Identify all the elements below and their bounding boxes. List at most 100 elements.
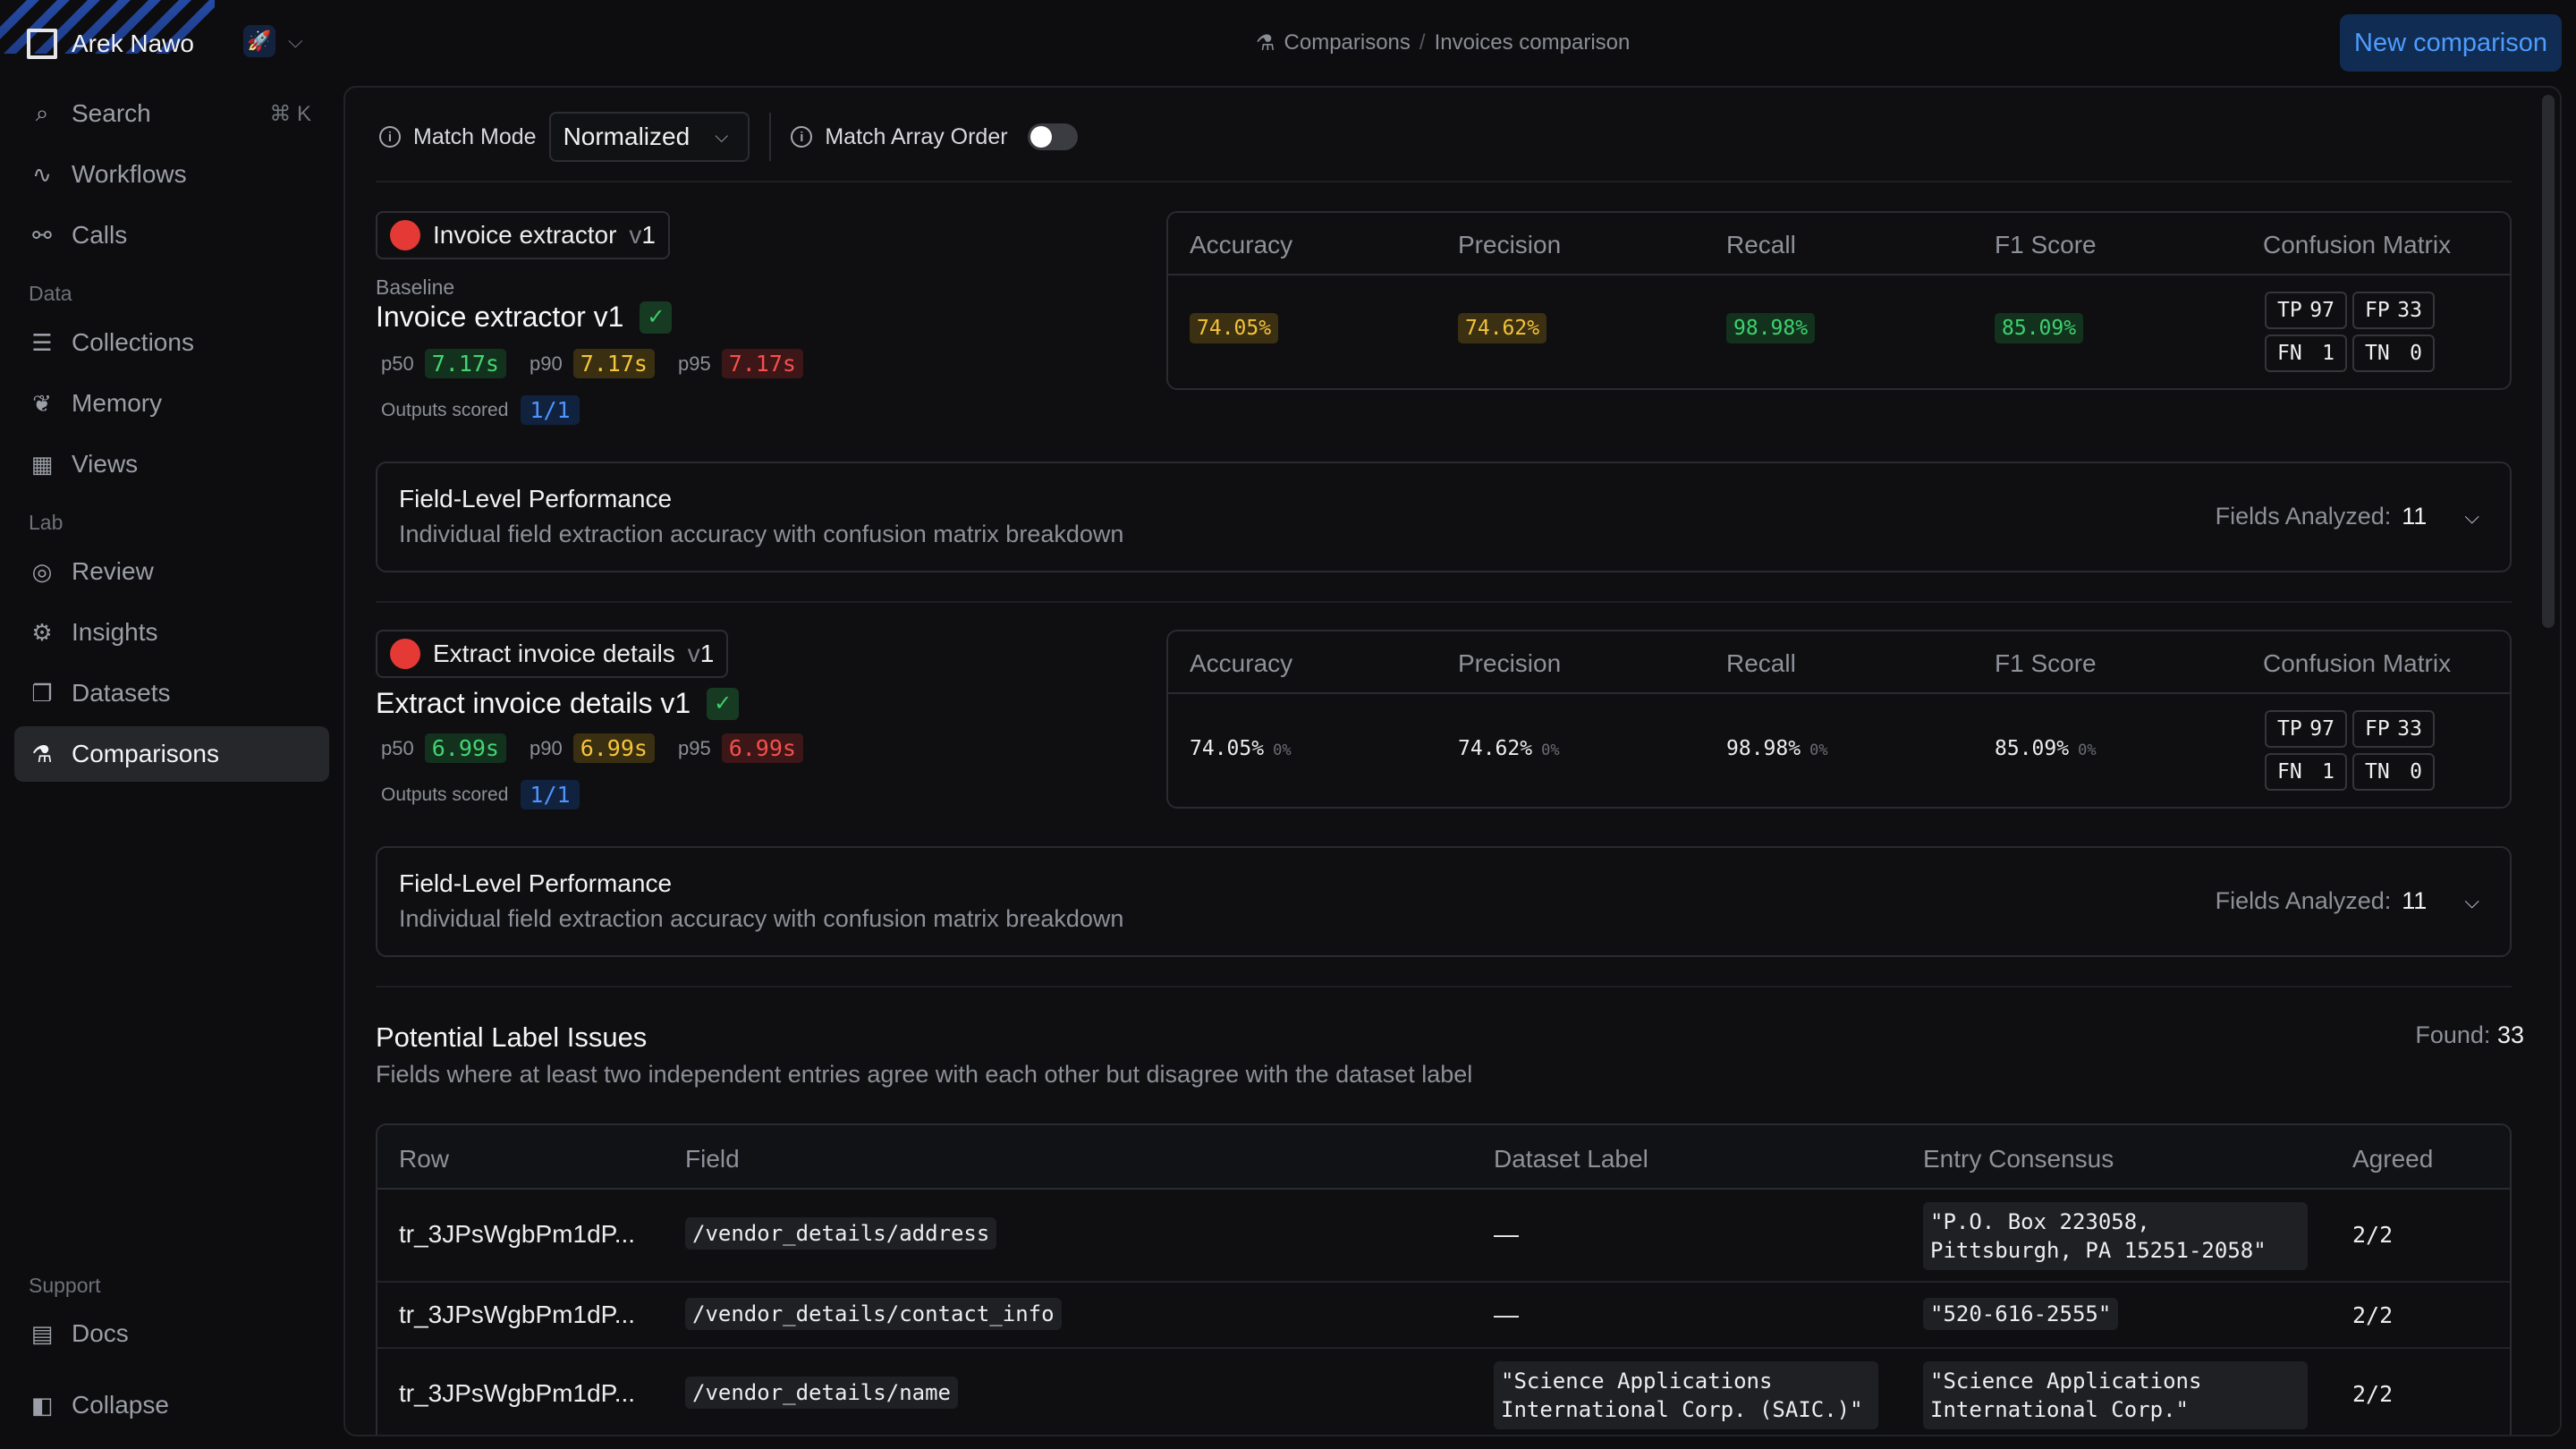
entry-title-text: Extract invoice details v1 <box>376 687 691 719</box>
rocket-icon[interactable]: 🚀 <box>243 25 275 57</box>
agreed-count: 2/2 <box>2352 1222 2394 1248</box>
entry-title-text: Invoice extractor v1 <box>376 301 624 333</box>
entry-name: Invoice extractor <box>433 221 617 249</box>
metrics-table: Accuracy Precision Recall F1 Score Confu… <box>1166 211 2512 390</box>
sidebar-item-collections[interactable]: ☰ Collections <box>14 315 329 370</box>
outputs-scored: Outputs scored 1/1 <box>381 780 580 809</box>
table-header: Row Field Dataset Label Entry Consensus … <box>377 1125 2510 1190</box>
sidebar-item-workflows[interactable]: ∿ Workflows <box>14 147 329 202</box>
col-field[interactable]: Field <box>685 1145 740 1174</box>
match-mode-label: Match Mode <box>413 123 537 149</box>
header-precision: Precision <box>1458 231 1562 258</box>
sidebar: Arek Nawo 🚀 ⌵ ⌕ Search ⌘ K ∿ Workflows ⚯… <box>0 0 343 1449</box>
outputs-scored-label: Outputs scored <box>381 399 509 420</box>
nav-group-support: Support <box>29 1274 101 1297</box>
info-icon[interactable]: i <box>791 126 813 148</box>
tp-cell: TP 97 <box>2265 292 2347 329</box>
recall-value: 98.98% <box>1726 313 1816 343</box>
fp-cell: FP 33 <box>2352 710 2435 748</box>
sidebar-item-calls[interactable]: ⚯ Calls <box>14 208 329 263</box>
field-level-performance-toggle[interactable]: Field-Level Performance Individual field… <box>376 462 2512 572</box>
new-comparison-button[interactable]: New comparison <box>2340 14 2562 72</box>
sidebar-item-label: Views <box>72 450 139 478</box>
p95-label: p95 <box>677 352 711 375</box>
sidebar-item-insights[interactable]: ⚙ Insights <box>14 605 329 660</box>
p95-value: 6.99s <box>721 733 803 763</box>
field-card-desc: Individual field extraction accuracy wit… <box>399 521 1124 547</box>
entry-consensus: "P.O. Box 223058, Pittsburgh, PA 15251-2… <box>1923 1202 2308 1270</box>
dataset-label: — <box>1494 1301 1519 1328</box>
p50-label: p50 <box>381 736 414 759</box>
header-precision: Precision <box>1458 649 1562 677</box>
nav-group-data: Data <box>29 282 72 305</box>
entry-consensus: "520-616-2555" <box>1923 1298 2119 1330</box>
outputs-scored-label: Outputs scored <box>381 784 509 805</box>
divider <box>376 601 2512 603</box>
divider <box>376 181 2512 182</box>
entry-selector[interactable]: Extract invoice details v1 <box>376 630 729 678</box>
col-row[interactable]: Row <box>399 1145 449 1174</box>
tn-cell: TN 0 <box>2352 335 2435 372</box>
confusion-matrix: TP 97 FP 33 FN 1 TN 0 <box>2265 292 2435 372</box>
entry-version: v1 <box>629 221 656 249</box>
header-accuracy: Accuracy <box>1190 231 1293 258</box>
metrics-table: Accuracy Precision Recall F1 Score Confu… <box>1166 630 2512 809</box>
entry-version: v1 <box>687 640 715 667</box>
sidebar-item-memory[interactable]: ❦ Memory <box>14 376 329 431</box>
table-row[interactable]: tr_3JPsWgbPm1dP... /vendor_details/conta… <box>377 1283 2510 1349</box>
p95-value: 7.17s <box>721 349 803 378</box>
precision-delta: 0% <box>1541 741 1560 759</box>
check-icon: ✓ <box>640 301 673 334</box>
breadcrumb-separator: / <box>1419 30 1426 55</box>
accuracy-value: 74.05% 0% <box>1190 737 1292 760</box>
f1-value: 85.09% <box>1995 313 2084 343</box>
sidebar-item-review[interactable]: ◎ Review <box>14 544 329 599</box>
info-icon[interactable]: i <box>379 126 401 148</box>
breadcrumb: ⚗ Comparisons / Invoices comparison <box>1256 27 1630 59</box>
sidebar-item-comparisons[interactable]: ⚗ Comparisons <box>14 726 329 782</box>
field-level-performance-toggle[interactable]: Field-Level Performance Individual field… <box>376 846 2512 957</box>
sidebar-item-label: Review <box>72 557 154 585</box>
precision-value: 74.62% <box>1458 313 1547 343</box>
outputs-scored: Outputs scored 1/1 <box>381 395 580 425</box>
col-dataset-label[interactable]: Dataset Label <box>1494 1145 1648 1174</box>
sidebar-collapse-button[interactable]: ◧ Collapse <box>14 1377 329 1433</box>
p90-value: 6.99s <box>572 733 655 763</box>
check-icon: ✓ <box>707 687 740 720</box>
chevron-down-icon[interactable]: ⌵ <box>288 25 303 57</box>
workspace-switcher[interactable]: Arek Nawo <box>27 23 194 64</box>
row-id: tr_3JPsWgbPm1dP... <box>399 1379 636 1407</box>
match-array-order-toggle[interactable] <box>1027 123 1078 150</box>
col-agreed[interactable]: Agreed <box>2352 1145 2433 1174</box>
header-f1: F1 Score <box>1995 649 2097 677</box>
breadcrumb-item-comparisons[interactable]: Comparisons <box>1284 30 1411 55</box>
latency-row: p50 6.99s p90 6.99s p95 6.99s <box>381 733 818 763</box>
accuracy-value: 74.05% <box>1190 313 1279 343</box>
search-icon: ⌕ <box>35 99 49 126</box>
sidebar-item-search[interactable]: ⌕ Search ⌘ K <box>14 86 329 141</box>
sidebar-item-docs[interactable]: ▤ Docs <box>14 1306 329 1361</box>
sidebar-item-label: Collapse <box>72 1391 169 1419</box>
fields-analyzed: Fields Analyzed: 11 ⌵ <box>2215 503 2479 530</box>
header-recall: Recall <box>1726 649 1796 677</box>
sidebar-item-views[interactable]: ▦ Views <box>14 436 329 492</box>
tp-cell: TP 97 <box>2265 710 2347 748</box>
match-mode-select[interactable]: Normalized ⌵ <box>548 112 750 162</box>
sidebar-item-label: Datasets <box>72 679 171 707</box>
entry-consensus: "Science Applications International Corp… <box>1923 1361 2308 1429</box>
entry-selector[interactable]: Invoice extractor v1 <box>376 211 670 259</box>
col-entry-consensus[interactable]: Entry Consensus <box>1923 1145 2114 1174</box>
match-mode-value: Normalized <box>563 123 691 150</box>
table-row[interactable]: tr_3JPsWgbPm1dP... /vendor_details/addre… <box>377 1190 2510 1283</box>
sidebar-item-datasets[interactable]: ❐ Datasets <box>14 665 329 721</box>
scrollbar[interactable] <box>2542 95 2555 628</box>
shortcut-hint: ⌘ K <box>269 101 311 126</box>
nav-group-lab: Lab <box>29 511 64 534</box>
grid-icon: ▦ <box>30 450 54 478</box>
table-row[interactable]: tr_3JPsWgbPm1dP... /vendor_details/name … <box>377 1349 2510 1435</box>
field-card-title: Field-Level Performance <box>399 869 673 897</box>
label-issues-table: Row Field Dataset Label Entry Consensus … <box>376 1123 2512 1435</box>
docs-icon: ▤ <box>30 1319 54 1347</box>
entry-title: Extract invoice details v1 ✓ <box>376 687 740 720</box>
p50-value: 7.17s <box>424 349 506 378</box>
